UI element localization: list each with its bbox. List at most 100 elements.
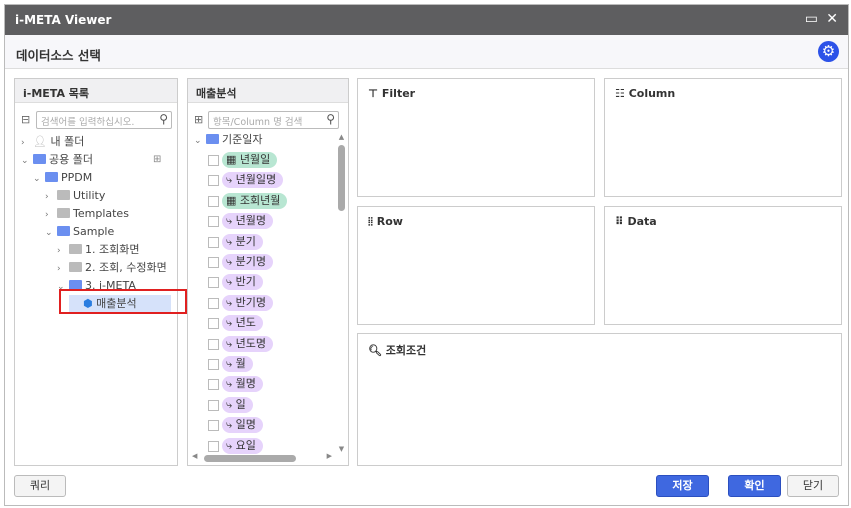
query-button[interactable]: 쿼리 — [14, 475, 66, 497]
user-icon: 👤︎ — [33, 135, 51, 148]
field-label: 년월일 — [239, 153, 271, 166]
tree-node[interactable]: ⌄ 공용 폴더 — [21, 151, 93, 168]
row-icon: ⦙⦙ — [368, 215, 377, 228]
field-item[interactable]: ⤷ 반기 — [222, 274, 263, 291]
title-bar: i-META Viewer — [5, 5, 848, 35]
close-icon[interactable]: ✕ — [826, 11, 838, 27]
field-item[interactable]: ▦ 조회년월 — [222, 192, 288, 209]
field-item[interactable]: ⤷ 일명 — [222, 417, 263, 434]
field-item[interactable]: ⤷ 분기 — [222, 233, 263, 250]
add-folder-icon[interactable]: ⊞ — [153, 154, 161, 165]
field-checkbox[interactable] — [208, 338, 219, 350]
tree-node[interactable]: › 👤︎ 내 폴더 — [21, 133, 84, 150]
field-item[interactable]: ⤷ 일 — [222, 396, 253, 413]
scroll-thumb[interactable] — [338, 145, 345, 211]
field-item[interactable]: ⤷ 분기명 — [222, 254, 274, 270]
zone-label: Filter — [381, 87, 416, 100]
field-label: 년도 — [235, 316, 256, 330]
hierarchy-icon: ⤷ — [226, 438, 236, 452]
field-label: 년도명 — [235, 336, 267, 350]
field-checkbox[interactable] — [208, 195, 219, 207]
search-icon[interactable]: ⚲ — [326, 112, 335, 126]
column-icon: ☷ — [615, 87, 629, 100]
meta-search-input[interactable]: 검색어를 입력하십시오. ⚲ — [36, 111, 172, 129]
field-checkbox[interactable] — [208, 216, 219, 228]
window-title: i-META Viewer — [15, 13, 112, 27]
field-checkbox[interactable] — [208, 155, 219, 166]
chevron-down-icon[interactable]: ⌄ — [45, 225, 57, 242]
search-icon[interactable]: ⚲ — [159, 112, 168, 126]
hierarchy-icon: ⤷ — [226, 275, 236, 289]
chevron-down-icon[interactable]: ⌄ — [33, 171, 45, 188]
chevron-right-icon[interactable]: › — [45, 207, 57, 224]
field-checkbox[interactable] — [208, 420, 219, 432]
tree-node[interactable]: ⌄ PPDM — [33, 169, 92, 186]
field-checkbox[interactable] — [208, 359, 219, 370]
calendar-icon: ▦ — [226, 153, 240, 166]
tree-node[interactable]: ⌄ Sample — [45, 223, 114, 240]
field-label: 월명 — [235, 377, 256, 391]
field-item[interactable]: ⤷ 월명 — [222, 376, 263, 393]
tree-node[interactable]: › Utility — [45, 187, 105, 204]
chevron-right-icon[interactable]: › — [21, 135, 33, 152]
highlight-box — [59, 289, 187, 314]
field-checkbox[interactable] — [208, 175, 219, 187]
field-item[interactable]: ⤷ 년도명 — [222, 335, 274, 352]
gear-icon[interactable]: ⚙ — [818, 41, 839, 62]
folder-icon — [69, 244, 82, 254]
field-item[interactable]: ⤷ 요일 — [222, 437, 263, 454]
chevron-right-icon[interactable]: › — [45, 189, 57, 206]
field-panel: 매출분석 ⊞ 항목/Column 명 검색 ⚲ ⌄ 기준일자 ▦ 년월일 ⤷ 년월일명… — [187, 78, 349, 466]
ok-button[interactable]: 확인 — [728, 475, 781, 497]
chevron-right-icon[interactable]: › — [57, 261, 69, 278]
close-button[interactable]: 닫기 — [787, 475, 839, 497]
field-item[interactable]: ▦ 년월일 — [222, 152, 278, 168]
field-search-input[interactable]: 항목/Column 명 검색 ⚲ — [208, 111, 339, 129]
row-zone[interactable]: ⦙⦙ Row — [357, 206, 595, 325]
horizontal-scrollbar[interactable]: ◀ ▶ — [192, 452, 332, 463]
filter-zone[interactable]: ⊤ Filter — [357, 78, 595, 197]
field-item[interactable]: ⤷ 년월일명 — [222, 172, 284, 189]
group-node[interactable]: ⌄ 기준일자 — [194, 131, 262, 148]
hierarchy-icon: ⤷ — [226, 214, 236, 228]
field-item[interactable]: ⤷ 년도 — [222, 315, 263, 332]
vertical-scrollbar[interactable]: ▲ ▼ — [337, 133, 346, 453]
save-button[interactable]: 저장 — [656, 475, 709, 497]
chevron-right-icon[interactable]: › — [57, 243, 69, 260]
hierarchy-icon: ⤷ — [226, 173, 236, 187]
hierarchy-icon: ⤷ — [226, 357, 236, 370]
field-item[interactable]: ⤷ 반기명 — [222, 294, 274, 311]
condition-zone[interactable]: 🔍︎ 조회조건 — [357, 333, 842, 466]
field-checkbox[interactable] — [208, 257, 219, 268]
field-item[interactable]: ⤷ 월 — [222, 356, 253, 372]
tree-node[interactable]: › 2. 조회, 수정화면 — [57, 259, 167, 276]
expand-all-icon[interactable]: ⊞ — [194, 113, 203, 126]
hierarchy-icon: ⤷ — [226, 295, 236, 309]
field-checkbox[interactable] — [208, 379, 219, 391]
tree-label: Templates — [73, 207, 129, 220]
field-checkbox[interactable] — [208, 318, 219, 330]
chevron-down-icon[interactable]: ⌄ — [21, 153, 33, 170]
field-checkbox[interactable] — [208, 440, 219, 452]
field-label: 일명 — [235, 418, 256, 432]
field-checkbox[interactable] — [208, 236, 219, 248]
field-checkbox[interactable] — [208, 277, 219, 289]
field-item[interactable]: ⤷ 년월명 — [222, 213, 274, 230]
tree-node[interactable]: › 1. 조회화면 — [57, 241, 139, 258]
collapse-all-icon[interactable]: ⊟ — [21, 113, 30, 126]
tree-label: 내 폴더 — [50, 135, 85, 148]
field-label: 월 — [235, 357, 246, 370]
tree-node[interactable]: › Templates — [45, 205, 129, 222]
maximize-icon[interactable]: ▭ — [805, 11, 818, 27]
field-checkbox[interactable] — [208, 297, 219, 309]
field-checkbox[interactable] — [208, 399, 219, 411]
panel-title: 매출분석 — [188, 79, 348, 103]
zone-label: Column — [628, 87, 676, 100]
scroll-thumb[interactable] — [204, 455, 296, 462]
data-zone[interactable]: ⠿ Data — [604, 206, 842, 325]
page-title: 데이터소스 선택 — [5, 35, 848, 69]
hierarchy-icon: ⤷ — [226, 234, 236, 248]
zone-label: 조회조건 — [385, 344, 427, 357]
folder-icon — [57, 190, 70, 200]
column-zone[interactable]: ☷ Column — [604, 78, 842, 197]
